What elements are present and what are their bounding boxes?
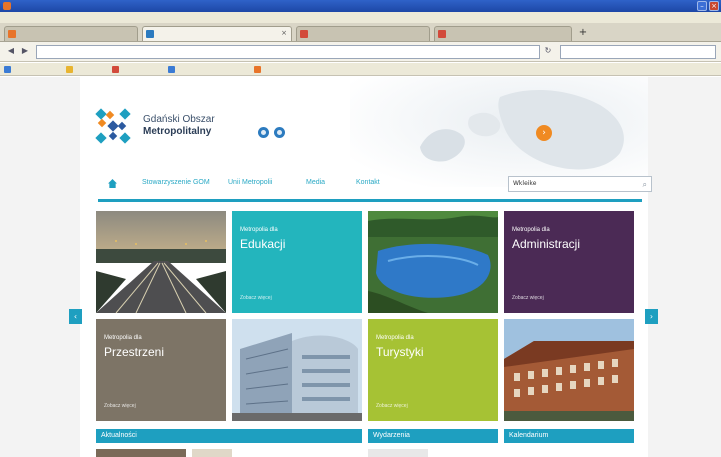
address-bar[interactable] bbox=[36, 45, 540, 59]
tile-more-link[interactable]: Zobacz więcej bbox=[104, 403, 136, 409]
tile-highway-photo[interactable] bbox=[96, 211, 226, 313]
menu-bar bbox=[0, 12, 721, 23]
browser-search-input[interactable] bbox=[560, 45, 716, 59]
tab-2[interactable]: × bbox=[142, 26, 292, 41]
tab-favicon bbox=[8, 30, 16, 38]
tile-kicker: Metropolia dla bbox=[240, 227, 278, 233]
close-tab-icon[interactable]: × bbox=[281, 27, 287, 40]
forward-icon[interactable]: ▶ bbox=[20, 46, 30, 56]
nav-link-stowarzyszenie[interactable]: Stowarzyszenie GOM bbox=[142, 179, 210, 186]
tab-favicon bbox=[438, 30, 446, 38]
search-icon[interactable]: ⌕ bbox=[643, 178, 647, 192]
share-icon[interactable] bbox=[274, 127, 285, 138]
bookmarks-bar bbox=[0, 63, 721, 76]
page-sheet: Gdański Obszar Metropolitalny › Stowarzy… bbox=[80, 77, 652, 457]
tile-edukacji[interactable]: Metropolia dla Edukacji Zobacz więcej bbox=[232, 211, 362, 313]
lake-photo bbox=[368, 211, 498, 313]
next-slide-icon[interactable]: › bbox=[536, 125, 552, 141]
tile-title: Edukacji bbox=[240, 237, 286, 251]
close-button[interactable]: × bbox=[709, 1, 719, 11]
tab-4[interactable] bbox=[434, 26, 572, 41]
tile-administracji[interactable]: Metropolia dla Administracji Zobacz więc… bbox=[504, 211, 634, 313]
section-aktualnosci[interactable]: Aktualności bbox=[96, 429, 362, 443]
tab-bar: × + bbox=[0, 23, 721, 42]
gom-logo-icon bbox=[95, 108, 131, 144]
brick-building-photo bbox=[504, 319, 634, 421]
tab-1[interactable] bbox=[4, 26, 138, 41]
bookmark-icon bbox=[168, 66, 175, 73]
section-kalendarium[interactable]: Kalendarium bbox=[504, 429, 634, 443]
web-page: Gdański Obszar Metropolitalny › Stowarzy… bbox=[0, 77, 721, 457]
nav-link-unii-metropolii[interactable]: Unii Metropolii bbox=[228, 179, 272, 186]
section-wydarzenia[interactable]: Wydarzenia bbox=[368, 429, 498, 443]
tile-kicker: Metropolia dla bbox=[376, 335, 414, 341]
tile-turystyki[interactable]: Metropolia dla Turystyki Zobacz więcej bbox=[368, 319, 498, 421]
highway-photo bbox=[96, 211, 226, 313]
tile-building-photo[interactable] bbox=[232, 319, 362, 421]
nav-link-kontakt[interactable]: Kontakt bbox=[356, 179, 380, 186]
firefox-icon bbox=[3, 2, 11, 10]
next-slide-arrow-icon[interactable]: › bbox=[645, 309, 658, 324]
site-search-input[interactable]: Wkleike ⌕ bbox=[508, 176, 652, 192]
tile-title: Turystyki bbox=[376, 345, 424, 359]
bookmark-icon bbox=[254, 66, 261, 73]
browser-window: – × × + ◀ ▶ ↻ Gdański Obszar Metropolita… bbox=[0, 0, 721, 457]
main-navigation: Stowarzyszenie GOM Unii Metropolii Media… bbox=[98, 173, 652, 197]
nav-divider bbox=[98, 199, 642, 202]
tab-favicon bbox=[146, 30, 154, 38]
tab-favicon bbox=[300, 30, 308, 38]
news-thumbnail[interactable] bbox=[96, 449, 186, 457]
tile-more-link[interactable]: Zobacz więcej bbox=[512, 295, 544, 301]
tile-kicker: Metropolia dla bbox=[512, 227, 550, 233]
map-illustration bbox=[350, 77, 648, 187]
tile-lake-photo[interactable] bbox=[368, 211, 498, 313]
prev-slide-arrow-icon[interactable]: ‹ bbox=[69, 309, 82, 324]
bookmark-icon bbox=[4, 66, 11, 73]
site-logo-text[interactable]: Gdański Obszar Metropolitalny bbox=[143, 114, 215, 138]
building-photo bbox=[232, 319, 362, 421]
tile-more-link[interactable]: Zobacz więcej bbox=[376, 403, 408, 409]
home-icon[interactable] bbox=[108, 179, 117, 188]
bookmark-icon bbox=[112, 66, 119, 73]
back-icon[interactable]: ◀ bbox=[6, 46, 16, 56]
bookmark-icon bbox=[66, 66, 73, 73]
nav-link-media[interactable]: Media bbox=[306, 179, 325, 186]
facebook-icon[interactable] bbox=[258, 127, 269, 138]
reload-icon[interactable]: ↻ bbox=[543, 46, 553, 56]
site-search-value: Wkleike bbox=[513, 180, 537, 187]
window-titlebar: – × bbox=[0, 0, 721, 12]
tile-brick-building-photo[interactable] bbox=[504, 319, 634, 421]
logo-line-2: Metropolitalny bbox=[143, 126, 212, 137]
navigation-bar: ◀ ▶ ↻ bbox=[0, 42, 721, 62]
event-thumbnail[interactable] bbox=[368, 449, 428, 457]
tile-title: Przestrzeni bbox=[104, 345, 165, 359]
tile-more-link[interactable]: Zobacz więcej bbox=[240, 295, 272, 301]
minimize-button[interactable]: – bbox=[697, 1, 707, 11]
tile-przestrzeni[interactable]: Metropolia dla Przestrzeni Zobacz więcej bbox=[96, 319, 226, 421]
new-tab-button[interactable]: + bbox=[576, 27, 590, 40]
tile-kicker: Metropolia dla bbox=[104, 335, 142, 341]
news-thumbnail[interactable] bbox=[192, 449, 232, 457]
tab-3[interactable] bbox=[296, 26, 430, 41]
tile-title: Administracji bbox=[512, 237, 581, 251]
logo-line-1: Gdański Obszar bbox=[143, 114, 215, 125]
